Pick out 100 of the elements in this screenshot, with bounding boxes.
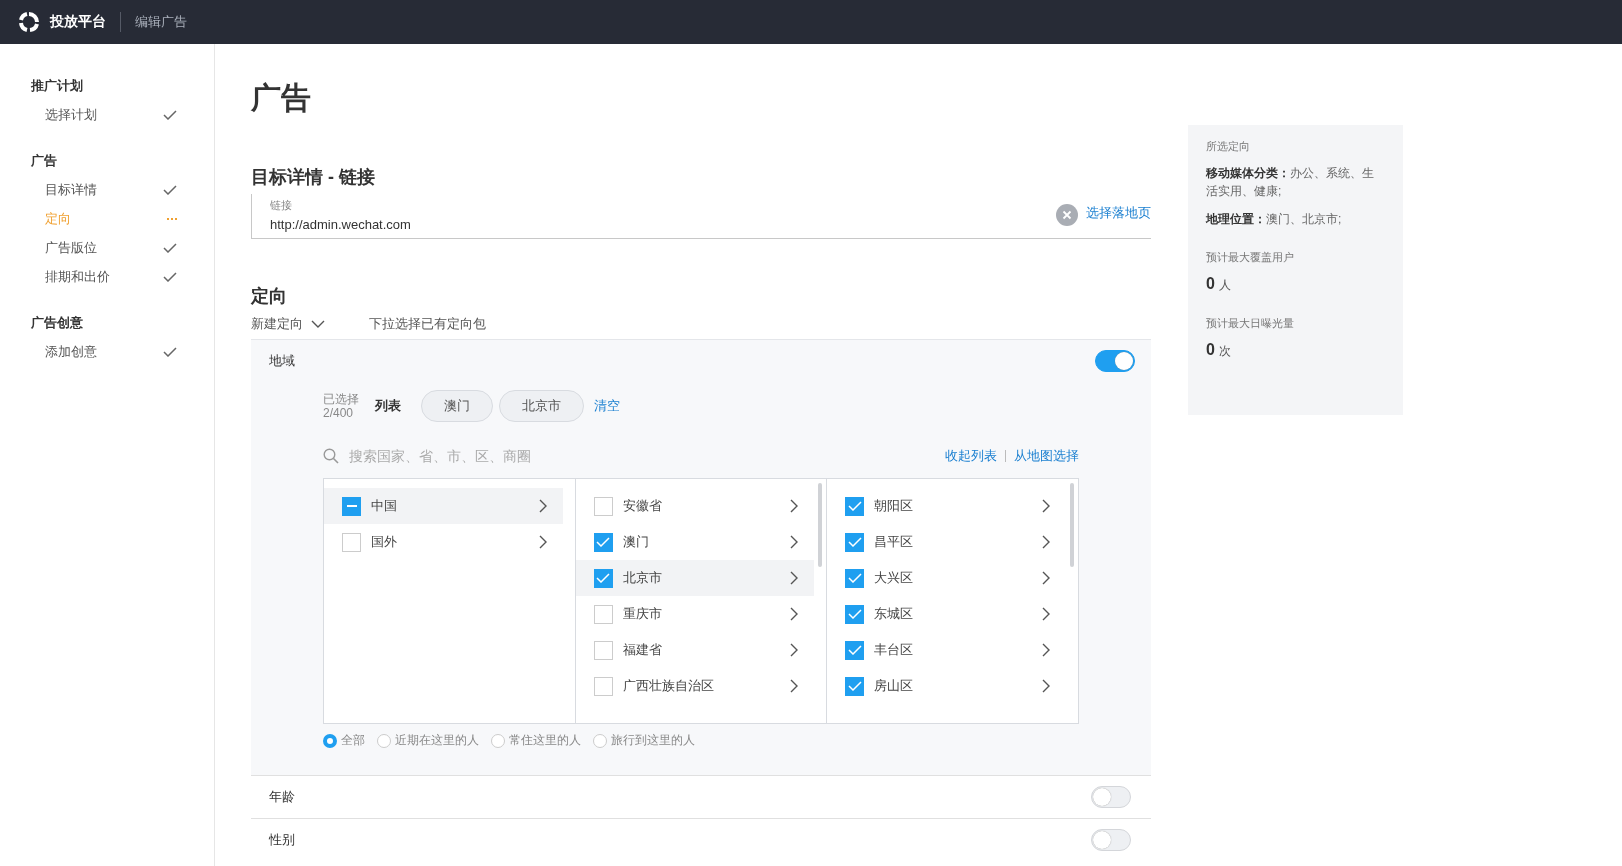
section-heading: 定向 bbox=[251, 285, 287, 308]
region-item[interactable]: 房山区 bbox=[827, 668, 1066, 704]
region-item[interactable]: 安徽省 bbox=[575, 488, 815, 524]
region-item[interactable]: 东城区 bbox=[827, 596, 1066, 632]
radio-option[interactable]: 全部 bbox=[323, 732, 365, 749]
region-item[interactable]: 重庆市 bbox=[575, 596, 815, 632]
new-targeting-dropdown[interactable]: 新建定向 bbox=[251, 315, 325, 333]
radio-option[interactable]: 常住这里的人 bbox=[491, 732, 581, 749]
chevron-right-icon bbox=[538, 499, 547, 513]
radio-label: 常住这里的人 bbox=[509, 732, 581, 749]
search-input[interactable]: 搜索国家、省、市、区、商圈 bbox=[347, 447, 945, 465]
select-landing-page-link[interactable]: 选择落地页 bbox=[1086, 204, 1151, 222]
link-field[interactable]: 链接 http://admin.wechat.com 选择落地页 bbox=[251, 194, 1151, 239]
checkbox[interactable] bbox=[342, 532, 361, 552]
radio-button[interactable] bbox=[377, 733, 391, 748]
region-name: 中国 bbox=[371, 497, 398, 515]
region-name: 朝阳区 bbox=[874, 497, 915, 515]
sidebar-item[interactable]: 排期和出价 bbox=[45, 262, 177, 291]
clear-icon[interactable] bbox=[1056, 204, 1078, 226]
checkbox[interactable] bbox=[845, 640, 865, 660]
check-icon bbox=[847, 609, 862, 619]
radio-button[interactable] bbox=[593, 733, 607, 748]
checkbox[interactable] bbox=[593, 604, 613, 624]
sidebar-item[interactable]: 选择计划 bbox=[45, 100, 177, 129]
page-breadcrumb: 编辑广告 bbox=[135, 13, 187, 31]
chevron-right-icon bbox=[790, 499, 799, 513]
chevron-right-icon bbox=[1042, 571, 1050, 585]
checkbox[interactable] bbox=[593, 496, 613, 516]
dots-icon bbox=[167, 217, 177, 220]
check-icon bbox=[163, 346, 177, 357]
region-name: 澳门 bbox=[622, 533, 650, 551]
scrollbar[interactable] bbox=[1070, 483, 1074, 567]
checkbox[interactable] bbox=[593, 568, 613, 588]
region-item[interactable]: 丰台区 bbox=[827, 632, 1066, 668]
chevron-right-icon bbox=[1042, 535, 1050, 549]
stat-unit: 次 bbox=[1218, 343, 1231, 360]
radio-button[interactable] bbox=[323, 733, 337, 748]
collapse-list-link[interactable]: 收起列表 bbox=[945, 447, 997, 465]
sidebar-item[interactable]: 添加创意 bbox=[45, 337, 177, 366]
checkbox[interactable] bbox=[845, 604, 865, 624]
radio-label: 旅行到这里的人 bbox=[611, 732, 695, 749]
region-item[interactable]: 朝阳区 bbox=[827, 488, 1066, 524]
region-name: 大兴区 bbox=[874, 569, 915, 587]
checkbox[interactable] bbox=[593, 676, 613, 696]
chevron-right-icon bbox=[790, 643, 799, 657]
toggle-switch[interactable] bbox=[1091, 829, 1131, 851]
search-icon bbox=[323, 448, 339, 464]
region-item[interactable]: 福建省 bbox=[575, 632, 815, 668]
sidebar-item[interactable]: 目标详情 bbox=[45, 175, 177, 204]
checkbox[interactable] bbox=[845, 532, 865, 552]
region-name: 北京市 bbox=[622, 569, 663, 587]
toggle-switch[interactable] bbox=[1095, 350, 1135, 372]
check-icon bbox=[163, 109, 177, 120]
checkbox[interactable] bbox=[845, 496, 865, 516]
region-item[interactable]: 国外 bbox=[324, 524, 563, 560]
brand-name: 投放平台 bbox=[50, 13, 106, 31]
check-icon bbox=[847, 681, 862, 691]
check-icon bbox=[596, 537, 611, 547]
region-item[interactable]: 广西壮族自治区 bbox=[575, 668, 815, 704]
checkbox[interactable] bbox=[845, 568, 865, 588]
checkbox[interactable] bbox=[593, 640, 613, 660]
toggle-switch[interactable] bbox=[1091, 786, 1131, 808]
region-item[interactable]: 昌平区 bbox=[827, 524, 1066, 560]
sidebar-item[interactable]: 广告版位 bbox=[45, 233, 177, 262]
stat-label: 预计最大覆盖用户 bbox=[1206, 250, 1294, 265]
radio-label: 全部 bbox=[341, 732, 365, 749]
sidebar-group-title: 广告创意 bbox=[31, 314, 83, 332]
field-label: 链接 bbox=[270, 198, 292, 213]
url-input[interactable]: http://admin.wechat.com bbox=[270, 217, 670, 232]
list-label: 列表 bbox=[375, 397, 401, 415]
region-item[interactable]: 中国 bbox=[324, 488, 563, 524]
summary-line: 地理位置：澳门、北京市; bbox=[1206, 211, 1343, 228]
region-item[interactable]: 澳门 bbox=[575, 524, 815, 560]
region-tag[interactable]: 澳门 bbox=[421, 390, 493, 422]
radio-option[interactable]: 旅行到这里的人 bbox=[593, 732, 695, 749]
radio-option[interactable]: 近期在这里的人 bbox=[377, 732, 479, 749]
region-item[interactable]: 北京市 bbox=[575, 560, 815, 596]
region-name: 国外 bbox=[371, 533, 398, 551]
region-name: 广西壮族自治区 bbox=[622, 677, 715, 695]
summary-title: 所选定向 bbox=[1206, 139, 1250, 154]
chevron-down-icon bbox=[311, 320, 325, 328]
checkbox[interactable] bbox=[845, 676, 865, 696]
section-label: 年龄 bbox=[269, 788, 295, 806]
map-select-link[interactable]: 从地图选择 bbox=[1014, 447, 1079, 465]
stat-label: 预计最大日曝光量 bbox=[1206, 316, 1294, 331]
stat-value: 0 bbox=[1206, 275, 1215, 293]
checkbox[interactable] bbox=[342, 496, 361, 516]
checkbox[interactable] bbox=[593, 532, 613, 552]
region-name: 东城区 bbox=[874, 605, 915, 623]
check-icon bbox=[163, 184, 177, 195]
page-title: 广告 bbox=[251, 80, 311, 116]
package-hint[interactable]: 下拉选择已有定向包 bbox=[369, 315, 486, 333]
radio-button[interactable] bbox=[491, 733, 505, 748]
check-icon bbox=[847, 537, 862, 547]
scrollbar[interactable] bbox=[818, 483, 823, 567]
clear-link[interactable]: 清空 bbox=[594, 397, 620, 415]
region-item[interactable]: 大兴区 bbox=[827, 560, 1066, 596]
region-tag[interactable]: 北京市 bbox=[499, 390, 584, 422]
region-name: 昌平区 bbox=[874, 533, 915, 551]
logo-icon bbox=[18, 11, 40, 33]
